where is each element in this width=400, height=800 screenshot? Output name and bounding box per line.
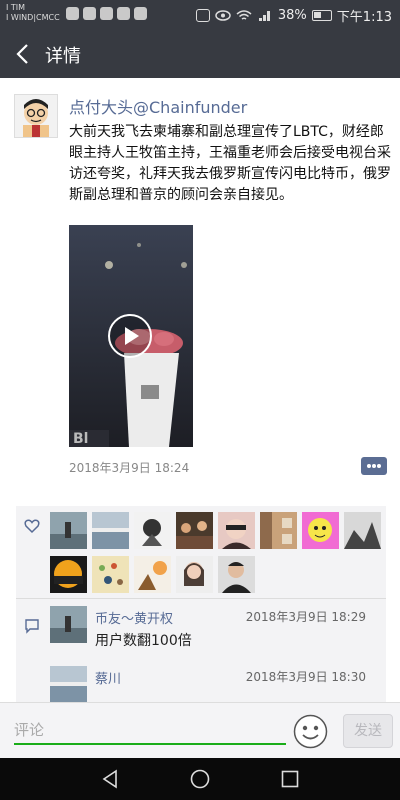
back-triangle-icon[interactable] [98, 767, 122, 791]
commenter-avatar[interactable] [50, 666, 87, 702]
battery-percent: 38% [277, 8, 307, 23]
notification-icon [83, 7, 96, 20]
comment-icon [25, 619, 39, 634]
post-text: 大前天我飞去柬埔寨和副总理宣传了LBTC，财经郎眼主持人王牧笛主持，王福重老师会… [69, 124, 391, 203]
comment-input-bar: 发送 [0, 702, 400, 758]
notification-icon [134, 7, 147, 20]
status-bar: I TIM I WIND|CMCC 38% 下午1:13 [0, 0, 400, 30]
liker-avatar[interactable] [176, 556, 213, 593]
liker-avatar[interactable] [134, 556, 171, 593]
nav-bar: 详情 [0, 30, 400, 78]
comment-menu-button[interactable] [361, 457, 387, 475]
comment-text: 用户数翻100倍 [95, 633, 192, 649]
carrier-line-1: I TIM [6, 3, 26, 12]
notification-icon [100, 7, 113, 20]
heart-icon [24, 518, 40, 538]
liker-avatar[interactable] [260, 512, 297, 549]
liker-avatar[interactable] [218, 556, 255, 593]
comment-input[interactable] [14, 717, 286, 745]
liker-avatar[interactable] [176, 512, 213, 549]
home-circle-icon[interactable] [188, 767, 212, 791]
carrier-line-2: I WIND|CMCC [6, 13, 60, 22]
carrier-info: I TIM I WIND|CMCC [6, 3, 60, 23]
wifi-icon [236, 10, 252, 20]
liker-avatar[interactable] [50, 512, 87, 549]
moment-detail: 点付大头@Chainfunder 大前天我飞去柬埔寨和副总理宣传了LBTC，财经… [0, 78, 400, 702]
emoji-button[interactable] [293, 714, 328, 749]
liker-avatar[interactable] [134, 512, 171, 549]
system-nav-bar [0, 758, 400, 800]
liker-avatar[interactable] [50, 556, 87, 593]
divider [16, 598, 386, 599]
notification-icon [66, 7, 79, 20]
recents-square-icon[interactable] [278, 767, 302, 791]
like-avatars [50, 512, 384, 593]
comment-author[interactable]: 蔡川 [95, 668, 121, 687]
liker-avatar[interactable] [302, 512, 339, 549]
smiley-icon [293, 714, 328, 749]
back-button[interactable] [8, 38, 40, 70]
notification-icon [117, 7, 130, 20]
comment-time: 2018年3月9日 18:30 [245, 670, 366, 684]
liker-avatar[interactable] [92, 512, 129, 549]
eye-icon [215, 10, 231, 21]
comment-time: 2018年3月9日 18:29 [245, 610, 366, 624]
send-button[interactable]: 发送 [343, 714, 393, 748]
liker-avatar[interactable] [218, 512, 255, 549]
post-author[interactable]: 点付大头@Chainfunder [69, 94, 247, 118]
status-right: 38% 下午1:13 [195, 6, 392, 25]
page-title: 详情 [45, 46, 81, 67]
vibrate-icon [195, 9, 210, 22]
play-button[interactable] [108, 314, 152, 358]
likes-comments-panel: 币友～黄开权 2018年3月9日 18:29 用户数翻100倍 蔡川 2018年… [16, 506, 386, 702]
liker-avatar[interactable] [344, 512, 381, 549]
video-thumbnail[interactable]: Bl [69, 225, 193, 447]
clock: 下午1:13 [336, 10, 392, 25]
play-icon [125, 327, 139, 345]
post-timestamp: 2018年3月9日 18:24 [69, 461, 190, 475]
notification-icons [66, 7, 147, 20]
chevron-left-icon [16, 44, 28, 64]
svg-text:Bl: Bl [73, 431, 88, 447]
battery-icon [311, 10, 332, 21]
comment-author[interactable]: 币友～黄开权 [95, 608, 173, 627]
more-dots-icon [367, 464, 381, 468]
cartoon-avatar-image [23, 99, 49, 137]
liker-avatar[interactable] [92, 556, 129, 593]
signal-icon [258, 11, 270, 21]
author-avatar[interactable] [14, 94, 58, 138]
commenter-avatar[interactable] [50, 606, 87, 643]
